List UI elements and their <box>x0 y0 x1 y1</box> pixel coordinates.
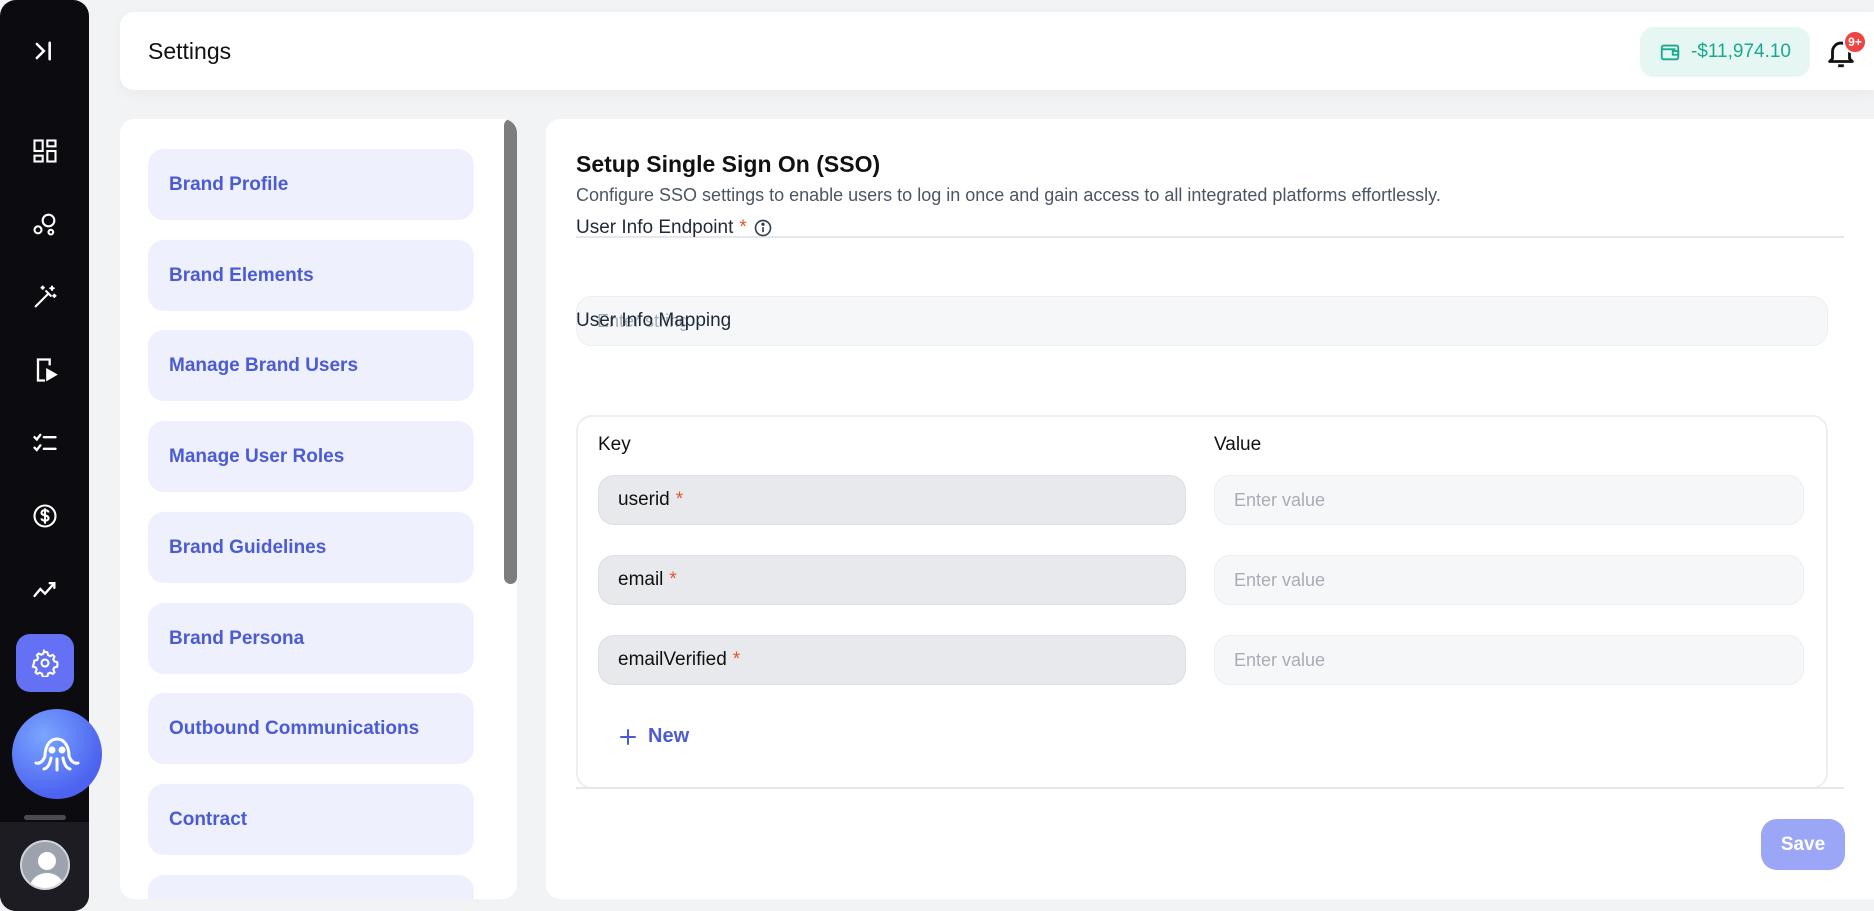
page-title: Settings <box>148 38 232 64</box>
rail-divider-handle[interactable] <box>24 815 66 820</box>
wallet-amount: -$11,974.10 <box>1690 41 1791 62</box>
plus-icon <box>620 728 636 745</box>
mapping-field-label: User Info Mapping <box>576 310 731 332</box>
mapping-key-text: emailVerified <box>618 649 727 670</box>
required-asterisk: * <box>739 217 747 238</box>
octopus-icon <box>34 737 80 772</box>
settings-nav-manage-brand-users[interactable]: Manage Brand Users <box>148 330 474 401</box>
section-subtitle: Configure SSO settings to enable users t… <box>576 185 1441 205</box>
settings-nav-contract[interactable]: Contract <box>148 784 474 855</box>
analytics-icon <box>33 582 56 598</box>
settings-nav-brand-persona[interactable]: Brand Persona <box>148 603 474 674</box>
dashboard-icon <box>33 139 57 163</box>
settings-nav-brand-profile[interactable]: Brand Profile <box>148 149 474 220</box>
billing-nav-button[interactable] <box>22 493 68 539</box>
assistant-bot-button[interactable] <box>12 709 102 799</box>
nodes-icon <box>33 213 56 236</box>
mapping-key-email: email * <box>598 555 1186 605</box>
section-title: Setup Single Sign On (SSO) <box>576 151 881 177</box>
nav-scrollbar-thumb[interactable] <box>504 119 517 584</box>
nav-item-label: Manage User Roles <box>169 445 345 467</box>
settings-nav-brand-guidelines[interactable]: Brand Guidelines <box>148 512 474 583</box>
checklist-icon <box>33 433 57 452</box>
info-icon <box>754 219 772 237</box>
key-column-header: Key <box>598 434 631 455</box>
footer-divider <box>576 787 1844 789</box>
sso-settings-panel: Setup Single Sign On (SSO) Configure SSO… <box>546 119 1874 899</box>
endpoint-label-text: User Info Endpoint <box>576 217 734 238</box>
ai-tools-nav-button[interactable] <box>22 274 68 320</box>
settings-nav-manage-user-roles[interactable]: Manage User Roles <box>148 421 474 492</box>
endpoint-field-label: User Info Endpoint * <box>576 217 773 239</box>
add-mapping-label: New <box>648 725 690 747</box>
mapping-key-text: email <box>618 569 664 590</box>
nav-item-label: Brand Elements <box>169 264 314 286</box>
mapping-label-text: User Info Mapping <box>576 310 732 331</box>
expand-icon <box>35 41 51 61</box>
magic-wand-icon <box>34 285 57 308</box>
endpoint-info-button[interactable] <box>753 218 773 238</box>
nav-item-label: Brand Profile <box>169 173 289 195</box>
settings-nav-brand-elements[interactable]: Brand Elements <box>148 240 474 311</box>
mapping-key-emailverified: emailVerified * <box>598 635 1186 685</box>
nav-item-label: Contract <box>169 808 248 830</box>
required-asterisk: * <box>732 649 741 670</box>
mapping-key-text: userid <box>618 489 670 510</box>
mapping-key-userid: userid * <box>598 475 1186 525</box>
settings-nav-panel: Brand Profile Brand Elements Manage Bran… <box>120 119 517 899</box>
mapping-value-userid-input[interactable] <box>1214 475 1804 525</box>
integrations-nav-button[interactable] <box>22 201 68 247</box>
wallet-balance-button[interactable]: -$11,974.10 <box>1640 27 1810 77</box>
value-column-header: Value <box>1214 434 1262 455</box>
tasks-nav-button[interactable] <box>22 420 68 466</box>
required-asterisk: * <box>675 489 684 510</box>
add-mapping-button[interactable]: New <box>618 725 689 748</box>
settings-nav-outbound-communications[interactable]: Outbound Communications <box>148 693 474 764</box>
user-avatar[interactable] <box>20 840 70 890</box>
mapping-value-email-input[interactable] <box>1214 555 1804 605</box>
required-asterisk: * <box>669 569 677 590</box>
settings-icon <box>31 649 59 677</box>
user-info-mapping-table: Key Value userid * email * emailVerified… <box>576 415 1828 789</box>
mapping-value-emailverified-input[interactable] <box>1214 635 1804 685</box>
nav-item-label: Brand Guidelines <box>169 536 327 558</box>
dollar-icon <box>33 504 57 528</box>
mobile-play-icon <box>36 358 58 382</box>
expand-sidebar-button[interactable] <box>22 28 68 74</box>
nav-item-label: Outbound Communications <box>169 717 420 739</box>
settings-nav-button[interactable] <box>16 634 74 692</box>
notifications-button[interactable]: 9+ <box>1822 30 1867 70</box>
save-button[interactable]: Save <box>1761 819 1845 870</box>
settings-nav-item-partial[interactable] <box>148 875 474 899</box>
user-info-endpoint-input[interactable] <box>576 296 1828 346</box>
wallet-icon <box>1660 44 1680 61</box>
nav-item-label: Brand Persona <box>169 627 305 649</box>
dashboard-nav-button[interactable] <box>22 128 68 174</box>
media-nav-button[interactable] <box>22 347 68 393</box>
nav-item-label: Manage Brand Users <box>169 354 359 376</box>
notification-count-badge: 9+ <box>1843 30 1867 54</box>
analytics-nav-button[interactable] <box>22 566 68 612</box>
top-header: Settings -$11,974.10 9+ <box>120 12 1874 90</box>
